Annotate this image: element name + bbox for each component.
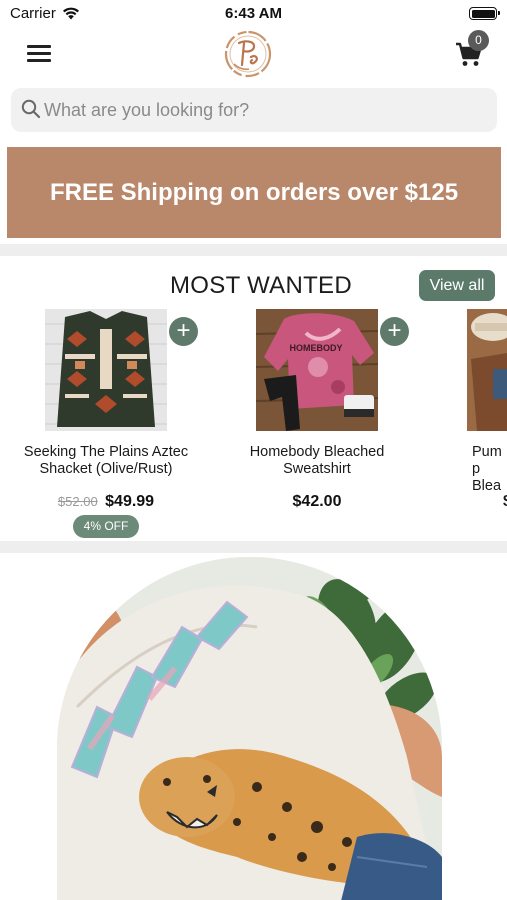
original-price: $52.00 [57, 494, 98, 509]
promo-text: FREE Shipping on orders over $125 [49, 178, 459, 206]
svg-text:HOMEBODY: HOMEBODY [289, 343, 342, 353]
section-divider [0, 541, 507, 553]
sale-price: $49.99 [105, 493, 155, 510]
plus-icon: + [176, 317, 191, 344]
sale-price: $42.00 [292, 493, 342, 510]
product-image[interactable]: HOMEBODY [256, 309, 378, 431]
menu-button[interactable] [27, 43, 51, 63]
promo-banner[interactable]: FREE Shipping on orders over $125 [7, 147, 501, 238]
view-all-button[interactable]: View all [419, 270, 495, 301]
price-row: $52.00 $49.99 [11, 493, 201, 511]
cart-button[interactable]: 0 [455, 30, 495, 72]
app-header: 0 [0, 28, 507, 80]
hero-image[interactable] [57, 557, 442, 900]
menu-icon [27, 45, 51, 48]
add-to-cart-button[interactable]: + [380, 317, 409, 346]
menu-icon-bar [27, 59, 51, 62]
battery-icon [469, 7, 500, 20]
status-bar: Carrier 6:43 AM [0, 0, 507, 28]
section-divider [0, 244, 507, 256]
product-name[interactable]: Pump Blea [472, 444, 507, 495]
product-image[interactable] [467, 309, 507, 431]
search-icon [21, 99, 41, 119]
product-card[interactable]: Pump Blea $ [467, 309, 507, 539]
product-name[interactable]: Homebody Bleached Sweatshirt [222, 444, 412, 478]
menu-icon-bar [27, 52, 51, 55]
product-name[interactable]: Seeking The Plains Aztec Shacket (Olive/… [11, 444, 201, 478]
cart-count-badge: 0 [468, 30, 489, 51]
discount-badge: 4% OFF [73, 515, 139, 538]
product-image[interactable] [45, 309, 167, 431]
search-input[interactable] [44, 88, 484, 132]
add-to-cart-button[interactable]: + [169, 317, 198, 346]
search-bar[interactable] [11, 88, 497, 132]
logo[interactable] [222, 28, 274, 80]
product-card[interactable]: HOMEBODY + Homebody Bleached Sweatshirt … [222, 309, 412, 539]
product-card[interactable]: + Seeking The Plains Aztec Shacket (Oliv… [11, 309, 201, 539]
plus-icon: + [387, 317, 402, 344]
price-row: $42.00 [222, 493, 412, 511]
sale-price: $ [503, 493, 507, 511]
clock: 6:43 AM [225, 5, 282, 22]
